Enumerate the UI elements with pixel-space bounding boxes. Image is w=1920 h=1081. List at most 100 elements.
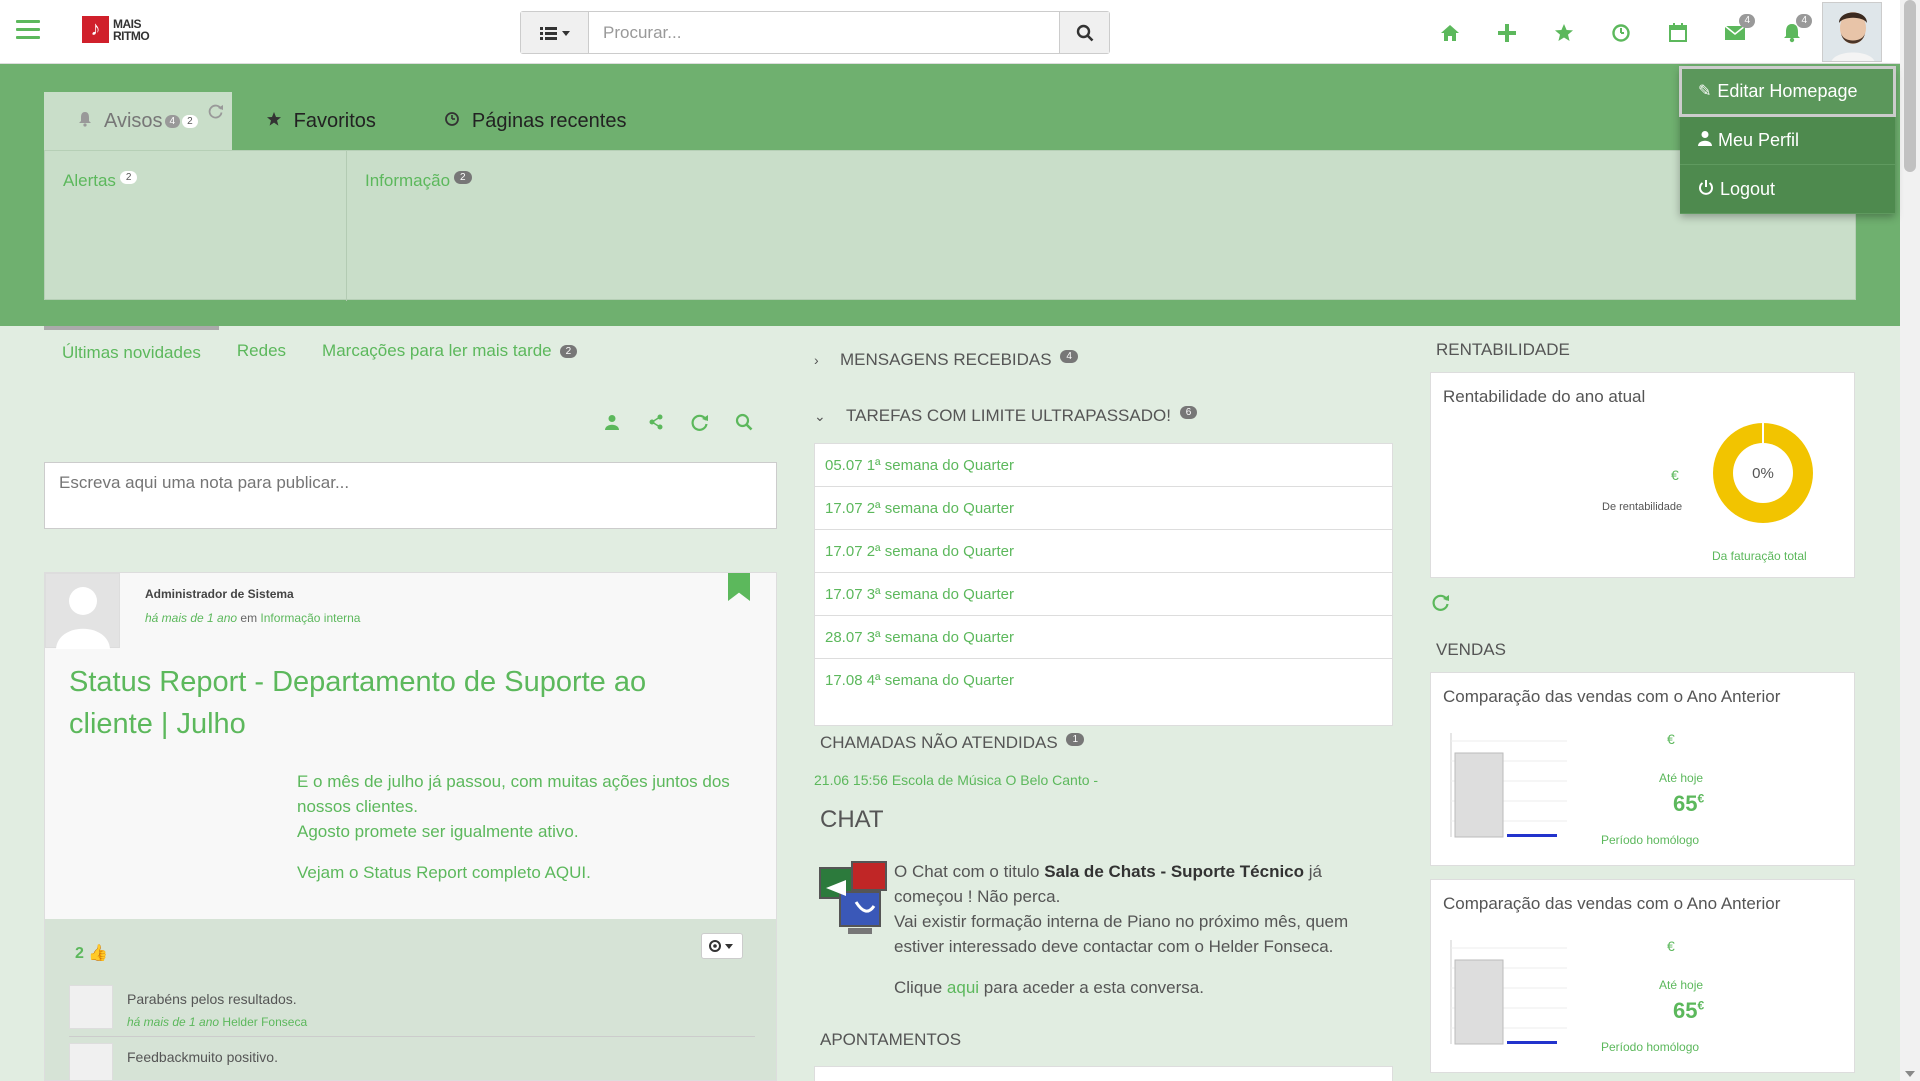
post-options-button[interactable] xyxy=(701,933,743,959)
messages-section-header[interactable]: › MENSAGENS RECEBIDAS 4 xyxy=(814,350,1078,370)
rentabilidade-card: Rentabilidade do ano atual € De rentabil… xyxy=(1430,372,1855,578)
post-in-word: em xyxy=(240,611,258,625)
refresh-icon[interactable] xyxy=(688,410,712,434)
tasks-list: 05.07 1ª semana do Quarter 17.07 2ª sema… xyxy=(814,443,1393,726)
alertas-link[interactable]: Alertas 2 xyxy=(63,171,138,191)
rentabilidade-title: RENTABILIDADE xyxy=(1436,340,1570,359)
avisos-badge-2: 2 xyxy=(182,114,198,128)
logo-line2: RITMO xyxy=(113,28,150,43)
missed-call-item[interactable]: 21.06 15:56 Escola de Música O Belo Cant… xyxy=(814,772,1098,788)
tab-avisos-label: Avisos xyxy=(104,109,163,132)
search-icon[interactable] xyxy=(732,410,756,434)
tab-redes-label: Redes xyxy=(236,341,287,360)
page-scrollbar[interactable] xyxy=(1900,0,1920,1081)
like-button[interactable]: 2 👍 xyxy=(75,943,108,963)
note-input[interactable] xyxy=(44,462,777,529)
chat-link[interactable]: aqui xyxy=(947,978,979,997)
tab-marcacoes[interactable]: Marcações para ler mais tarde 2 xyxy=(304,326,595,376)
search-icon xyxy=(1076,24,1093,41)
tab-paginas-recentes[interactable]: Páginas recentes xyxy=(410,92,661,150)
feed-tabs: Últimas novidades Redes Marcações para l… xyxy=(44,326,777,376)
edit-homepage-item[interactable]: ✎ Editar Homepage xyxy=(1679,66,1896,117)
pencil-icon: ✎ xyxy=(1698,83,1712,100)
refresh-icon[interactable] xyxy=(1432,593,1450,617)
calls-count: 1 xyxy=(1066,733,1085,746)
post-footer: 2 👍 Parabéns pelos resultados. há mais d… xyxy=(45,919,776,1080)
alertas-count: 2 xyxy=(119,171,138,184)
comment-time: há mais de 1 ano xyxy=(127,1015,220,1029)
post-author[interactable]: Administrador de Sistema xyxy=(145,587,294,601)
user-placeholder-icon xyxy=(56,587,110,649)
header-tabs: Avisos 4 2 Favoritos Páginas recentes xyxy=(44,92,660,150)
menu-icon[interactable] xyxy=(16,20,40,40)
bookmark-icon[interactable] xyxy=(728,573,750,601)
logo[interactable]: ♪ MAIS RITMO xyxy=(82,16,150,43)
task-item[interactable]: 28.07 3ª semana do Quarter xyxy=(815,616,1392,659)
tab-redes[interactable]: Redes xyxy=(219,326,304,376)
tab-novidades-label: Últimas novidades xyxy=(62,343,201,362)
chat-text-3b: para aceder a esta conversa. xyxy=(979,978,1204,997)
chat-text-a: O Chat com o titulo xyxy=(894,862,1045,881)
informacao-link[interactable]: Informação 2 xyxy=(365,171,472,191)
user-avatar[interactable] xyxy=(1822,2,1882,62)
search-bar xyxy=(520,11,1110,54)
refresh-icon[interactable] xyxy=(208,102,224,125)
comment-text: Parabéns pelos resultados. xyxy=(127,991,297,1007)
notifications-badge: 4 xyxy=(1796,14,1812,28)
post-body-line2: Agosto promete ser igualmente ativo. xyxy=(297,822,579,841)
post-body: E o mês de julho já passou, com muitas a… xyxy=(297,769,757,885)
tab-favoritos[interactable]: Favoritos xyxy=(232,92,410,150)
star-icon[interactable] xyxy=(1535,18,1592,48)
post-body-link[interactable]: Vejam o Status Report completo AQUI. xyxy=(297,860,757,885)
tab-avisos[interactable]: Avisos 4 2 xyxy=(44,92,232,150)
comment-avatar xyxy=(69,1043,113,1080)
profile-item[interactable]: Meu Perfil xyxy=(1680,116,1895,165)
messages-icon[interactable]: 4 xyxy=(1706,14,1763,48)
user-menu: ✎ Editar Homepage Meu Perfil Logout xyxy=(1679,66,1896,214)
vendas-value-unit: € xyxy=(1697,791,1705,806)
rentabilidade-label: De rentabilidade xyxy=(1602,501,1683,513)
rentabilidade-percent: 0% xyxy=(1733,443,1793,503)
logout-item[interactable]: Logout xyxy=(1680,165,1895,214)
post-time: há mais de 1 ano xyxy=(145,611,238,625)
edit-homepage-label: Editar Homepage xyxy=(1717,80,1858,101)
share-icon[interactable] xyxy=(644,410,668,434)
clock-icon xyxy=(444,111,460,132)
comment-author[interactable]: Helder Fonseca xyxy=(222,1015,307,1029)
task-item[interactable]: 17.08 4ª semana do Quarter xyxy=(815,659,1392,702)
search-input[interactable] xyxy=(589,12,1059,53)
messages-badge: 4 xyxy=(1739,14,1755,28)
task-item[interactable]: 17.07 3ª semana do Quarter xyxy=(815,573,1392,616)
tab-ultimas-novidades[interactable]: Últimas novidades xyxy=(44,326,219,376)
vendas-card-title: Comparação das vendas com o Ano Anterior xyxy=(1443,687,1781,706)
search-scope-dropdown[interactable] xyxy=(521,12,589,53)
chat-text-3a: Clique xyxy=(894,978,947,997)
appointments-title: APONTAMENTOS xyxy=(820,1030,962,1049)
vendas-value: 65€ xyxy=(1673,998,1704,1024)
task-item[interactable]: 17.07 2ª semana do Quarter xyxy=(815,487,1392,530)
clock-icon[interactable] xyxy=(1592,18,1649,48)
add-icon[interactable] xyxy=(1478,18,1535,48)
calendar-icon[interactable] xyxy=(1649,18,1706,48)
scrollbar-thumb[interactable] xyxy=(1904,0,1916,172)
search-button[interactable] xyxy=(1059,12,1109,53)
home-icon[interactable] xyxy=(1421,18,1478,48)
vendas-value: 65€ xyxy=(1673,791,1704,817)
messages-count: 4 xyxy=(1060,350,1078,363)
post-category[interactable]: Informação interna xyxy=(260,611,360,625)
rentabilidade-foot: Da faturação total xyxy=(1712,549,1807,563)
vendas-period: Período homólogo xyxy=(1601,833,1700,847)
task-item[interactable]: 05.07 1ª semana do Quarter xyxy=(815,444,1392,487)
tasks-section-header[interactable]: ⌄ TAREFAS COM LIMITE ULTRAPASSADO! 6 xyxy=(814,406,1198,426)
calls-section-header: CHAMADAS NÃO ATENDIDAS 1 xyxy=(820,733,1085,753)
bell-icon[interactable]: 4 xyxy=(1763,14,1820,48)
user-photo-icon xyxy=(1823,3,1881,61)
chat-title: CHAT xyxy=(820,806,884,833)
post-title[interactable]: Status Report - Departamento de Suporte … xyxy=(69,661,729,745)
task-item[interactable]: 17.07 2ª semana do Quarter xyxy=(815,530,1392,573)
top-icons: 4 4 xyxy=(1421,14,1820,48)
user-filter-icon[interactable] xyxy=(600,410,624,434)
logout-label: Logout xyxy=(1720,178,1776,199)
scroll-down-arrow-icon[interactable] xyxy=(1905,1071,1915,1077)
vendas-period: Período homólogo xyxy=(1601,1040,1700,1054)
